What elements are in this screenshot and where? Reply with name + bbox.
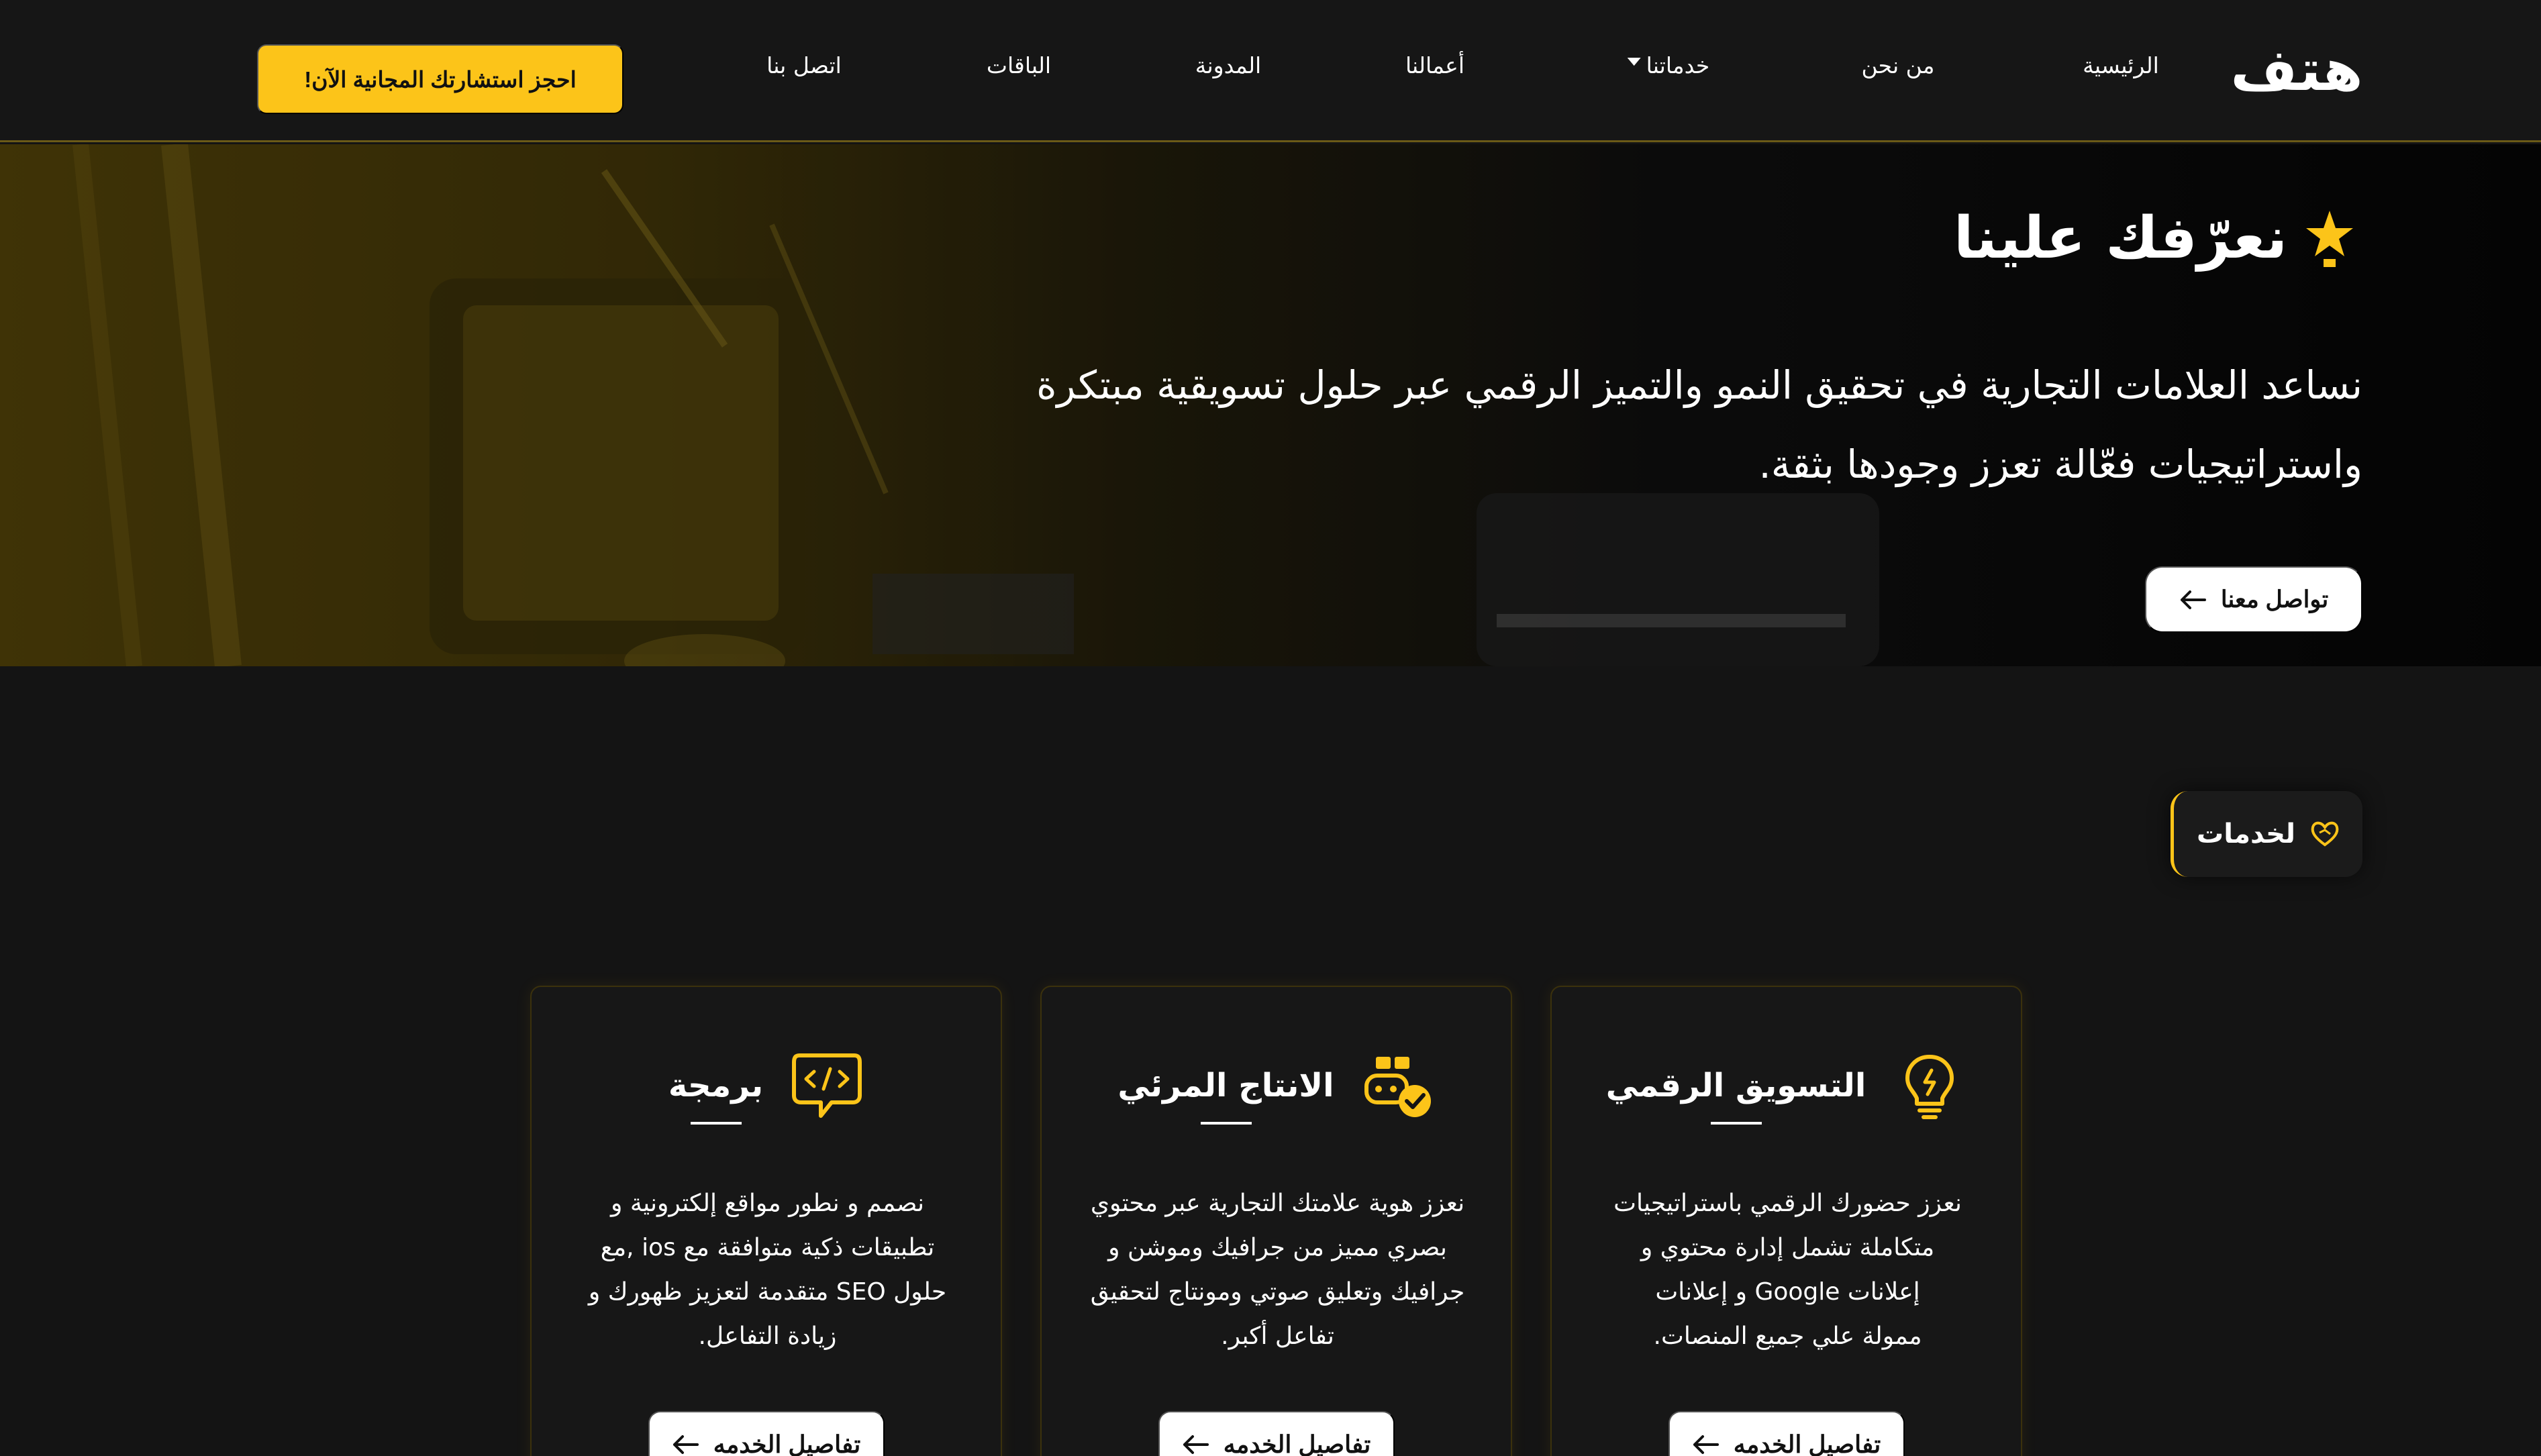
media-production-icon [1364, 1057, 1431, 1117]
nav-link-home[interactable]: الرئيسية [2083, 52, 2159, 79]
card-head: الانتاج المرئي [1042, 1049, 1511, 1123]
card-description-line: نصمم و نطور مواقع إلكترونية و [611, 1190, 924, 1217]
nav-link-services[interactable]: خدماتنا [1627, 52, 1710, 79]
card-head: برمجة [532, 1049, 1001, 1123]
card-title: برمجة [668, 1067, 764, 1104]
arrow-left-icon [1693, 1435, 1719, 1454]
nav-link-about[interactable]: من نحن [1862, 52, 1935, 79]
card-description-line: نعزز هوية علامتك التجارية عبر محتوي [1090, 1190, 1465, 1217]
navbar: هتف الرئيسية من نحن خدماتنا أعمالنا المد… [0, 0, 2541, 142]
card-description: نعزز هوية علامتك التجارية عبر محتوي بصري… [1082, 1182, 1473, 1359]
arrow-left-icon [1183, 1435, 1209, 1454]
star-trophy-icon [2306, 211, 2353, 267]
nav-link-packages[interactable]: الباقات [987, 52, 1051, 79]
hero-description: نساعد العلامات التجارية في تحقيق النمو و… [886, 346, 2362, 504]
svg-text:هتف: هتف [2230, 38, 2362, 104]
card-title: الانتاج المرئي [1117, 1067, 1334, 1104]
card-description-line: بصري مميز من جرافيك وموشن و [1108, 1234, 1447, 1261]
card-description-line: تفاعل أكبر. [1221, 1322, 1334, 1350]
hero-section: نعرّفك علينا نساعد العلامات التجارية في … [0, 144, 2541, 666]
card-description: نعزز حضورك الرقمي باستراتيجيات متكاملة ت… [1592, 1182, 1983, 1359]
services-section-badge: لخدمات [2171, 791, 2362, 877]
code-chat-icon [792, 1053, 862, 1118]
service-details-button[interactable]: تفاصيل الخدمه [1668, 1411, 1905, 1456]
lightbulb-icon [1905, 1055, 1954, 1119]
heart-handshake-icon [2311, 821, 2339, 847]
nav-link-blog[interactable]: المدونة [1195, 52, 1261, 79]
nav-link-services-label: خدماتنا [1646, 52, 1710, 79]
hero-title: نعرّفك علينا [1953, 205, 2287, 272]
card-head: التسويق الرقمي [1552, 1049, 2021, 1123]
card-description-line: تطبيقات ذكية متوافقة مع ios ,مع [600, 1234, 935, 1261]
chevron-down-icon [1627, 57, 1641, 66]
logo[interactable]: هتف [2230, 38, 2364, 105]
arrow-left-icon [672, 1435, 699, 1454]
service-details-button[interactable]: تفاصيل الخدمه [648, 1411, 885, 1456]
hero-description-line-2: واستراتيجيات فعّالة تعزز وجودها بثقة. [1758, 441, 2362, 487]
service-details-button[interactable]: تفاصيل الخدمه [1158, 1411, 1395, 1456]
card-description: نصمم و نطور مواقع إلكترونية و تطبيقات ذك… [572, 1182, 963, 1359]
hero-description-line-1: نساعد العلامات التجارية في تحقيق النمو و… [1036, 362, 2362, 408]
card-description-line: إعلانات Google و إعلانات [1655, 1278, 1920, 1306]
contact-us-button[interactable]: تواصل معنا [2145, 566, 2362, 633]
free-consultation-button[interactable]: احجز استشارتك المجانية الآن! [257, 44, 624, 114]
service-details-label: تفاصيل الخدمه [713, 1431, 861, 1456]
card-description-line: جرافيك وتعليق صوتي ومونتاج لتحقيق [1090, 1278, 1465, 1306]
service-details-label: تفاصيل الخدمه [1223, 1431, 1371, 1456]
hero-title-row: نعرّفك علينا [1954, 205, 2353, 272]
card-description-line: حلول SEO متقدمة لتعزيز ظهورك و [588, 1278, 947, 1306]
card-title: التسويق الرقمي [1605, 1067, 1866, 1104]
service-card-digital-marketing: التسويق الرقمي نعزز حضورك الرقمي باسترات… [1550, 986, 2022, 1456]
nav-link-contact[interactable]: اتصل بنا [766, 52, 842, 79]
service-details-label: تفاصيل الخدمه [1733, 1431, 1881, 1456]
arrow-left-icon [2180, 590, 2206, 609]
contact-us-label: تواصل معنا [2220, 586, 2329, 613]
services-section-label: لخدمات [2197, 819, 2295, 849]
card-description-line: زيادة التفاعل. [698, 1322, 837, 1350]
service-card-programming: برمجة نصمم و نطور مواقع إلكترونية و تطبي… [530, 986, 1002, 1456]
card-description-line: ممولة علي جميع المنصات. [1653, 1322, 1922, 1350]
service-card-visual-production: الانتاج المرئي نعزز هوية علامتك التجارية… [1040, 986, 1512, 1456]
card-description-line: متكاملة تشمل إدارة محتوي و [1640, 1234, 1935, 1261]
card-description-line: نعزز حضورك الرقمي باستراتيجيات [1613, 1190, 1962, 1217]
nav-link-portfolio[interactable]: أعمالنا [1405, 52, 1464, 79]
